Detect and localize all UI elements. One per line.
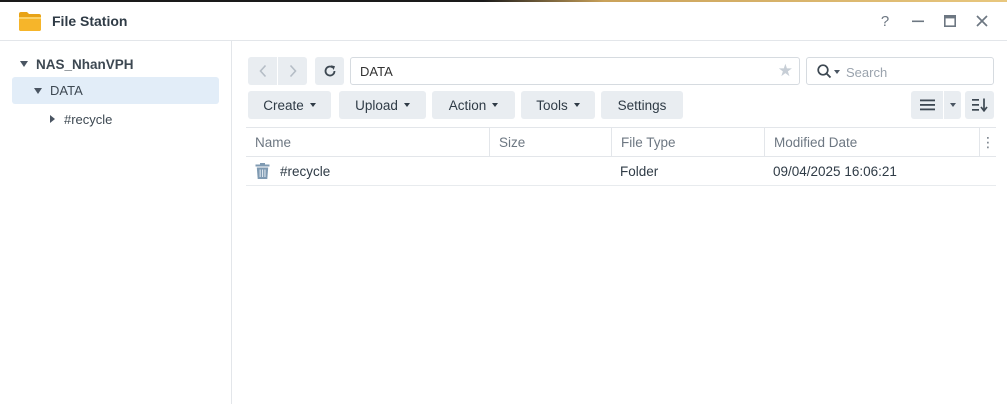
search-options[interactable] [817, 64, 840, 79]
folder-tree: NAS_NhanVPH DATA #recycle [0, 41, 232, 404]
search-box[interactable] [806, 57, 994, 85]
collapse-caret-icon[interactable] [50, 115, 55, 123]
list-view-icon [919, 99, 935, 111]
app-title: File Station [52, 13, 128, 29]
chevron-down-icon [309, 103, 316, 107]
maximize-icon [944, 15, 956, 27]
expand-caret-icon[interactable] [20, 61, 28, 67]
column-header-file-type[interactable]: File Type [612, 128, 765, 157]
create-button[interactable]: Create [248, 91, 331, 119]
sort-button[interactable] [965, 91, 994, 119]
column-header-size[interactable]: Size [490, 128, 612, 157]
close-button[interactable] [973, 12, 991, 30]
chevron-left-icon [258, 64, 266, 78]
minimize-button[interactable] [909, 12, 927, 30]
file-list-header: Name Size File Type Modified Date ⋮ [246, 127, 996, 157]
chevron-down-icon [949, 103, 956, 107]
tree-item-label: DATA [50, 83, 83, 98]
tools-button[interactable]: Tools [521, 91, 595, 119]
path-bar[interactable]: DATA ★ [350, 57, 800, 85]
column-header-modified-date[interactable]: Modified Date [765, 128, 980, 157]
tree-root-label: NAS_NhanVPH [36, 56, 134, 72]
folder-icon [19, 12, 41, 31]
upload-button[interactable]: Upload [339, 91, 426, 119]
trash-icon [255, 157, 273, 185]
tree-item-recycle[interactable]: #recycle [50, 109, 112, 129]
chevron-right-icon [289, 64, 297, 78]
tools-label: Tools [536, 97, 568, 113]
expand-caret-icon[interactable] [34, 87, 42, 94]
close-icon [976, 15, 988, 27]
refresh-icon [324, 65, 335, 77]
back-button[interactable] [248, 57, 277, 85]
tree-item-data[interactable]: DATA [12, 77, 219, 104]
view-mode-dropdown[interactable] [944, 91, 961, 119]
action-label: Action [448, 97, 487, 113]
minimize-icon [912, 20, 924, 23]
sort-icon [971, 98, 988, 112]
search-input[interactable] [846, 63, 986, 81]
tree-root-nas[interactable]: NAS_NhanVPH [20, 54, 134, 74]
upload-label: Upload [355, 97, 398, 113]
modified-date: 09/04/2025 16:06:21 [773, 163, 897, 179]
search-icon [817, 64, 832, 79]
title-bar: File Station ? [0, 2, 1007, 41]
help-button[interactable]: ? [876, 12, 894, 30]
chevron-down-icon [573, 103, 580, 107]
file-name: #recycle [280, 163, 331, 179]
view-mode-button[interactable] [911, 91, 943, 119]
file-type: Folder [620, 163, 659, 179]
chevron-down-icon [403, 103, 410, 107]
refresh-button[interactable] [315, 57, 344, 85]
forward-button[interactable] [278, 57, 307, 85]
column-header-name[interactable]: Name [246, 128, 490, 157]
table-row[interactable]: #recycle Folder 09/04/2025 16:06:21 [246, 157, 996, 186]
tree-item-label: #recycle [64, 111, 113, 127]
settings-label: Settings [617, 97, 667, 113]
settings-button[interactable]: Settings [601, 91, 683, 119]
file-station-window: File Station ? NAS_NhanVPH DATA #recycle [0, 0, 1007, 404]
star-icon[interactable]: ★ [778, 62, 793, 80]
column-menu-icon[interactable]: ⋮ [980, 128, 996, 157]
chevron-down-icon [834, 69, 840, 74]
create-label: Create [263, 97, 304, 113]
chevron-down-icon [492, 103, 499, 107]
current-path: DATA [360, 64, 393, 79]
action-button[interactable]: Action [432, 91, 515, 119]
maximize-button[interactable] [941, 12, 959, 30]
main-panel: DATA ★ Create Upload Action [233, 41, 1007, 404]
